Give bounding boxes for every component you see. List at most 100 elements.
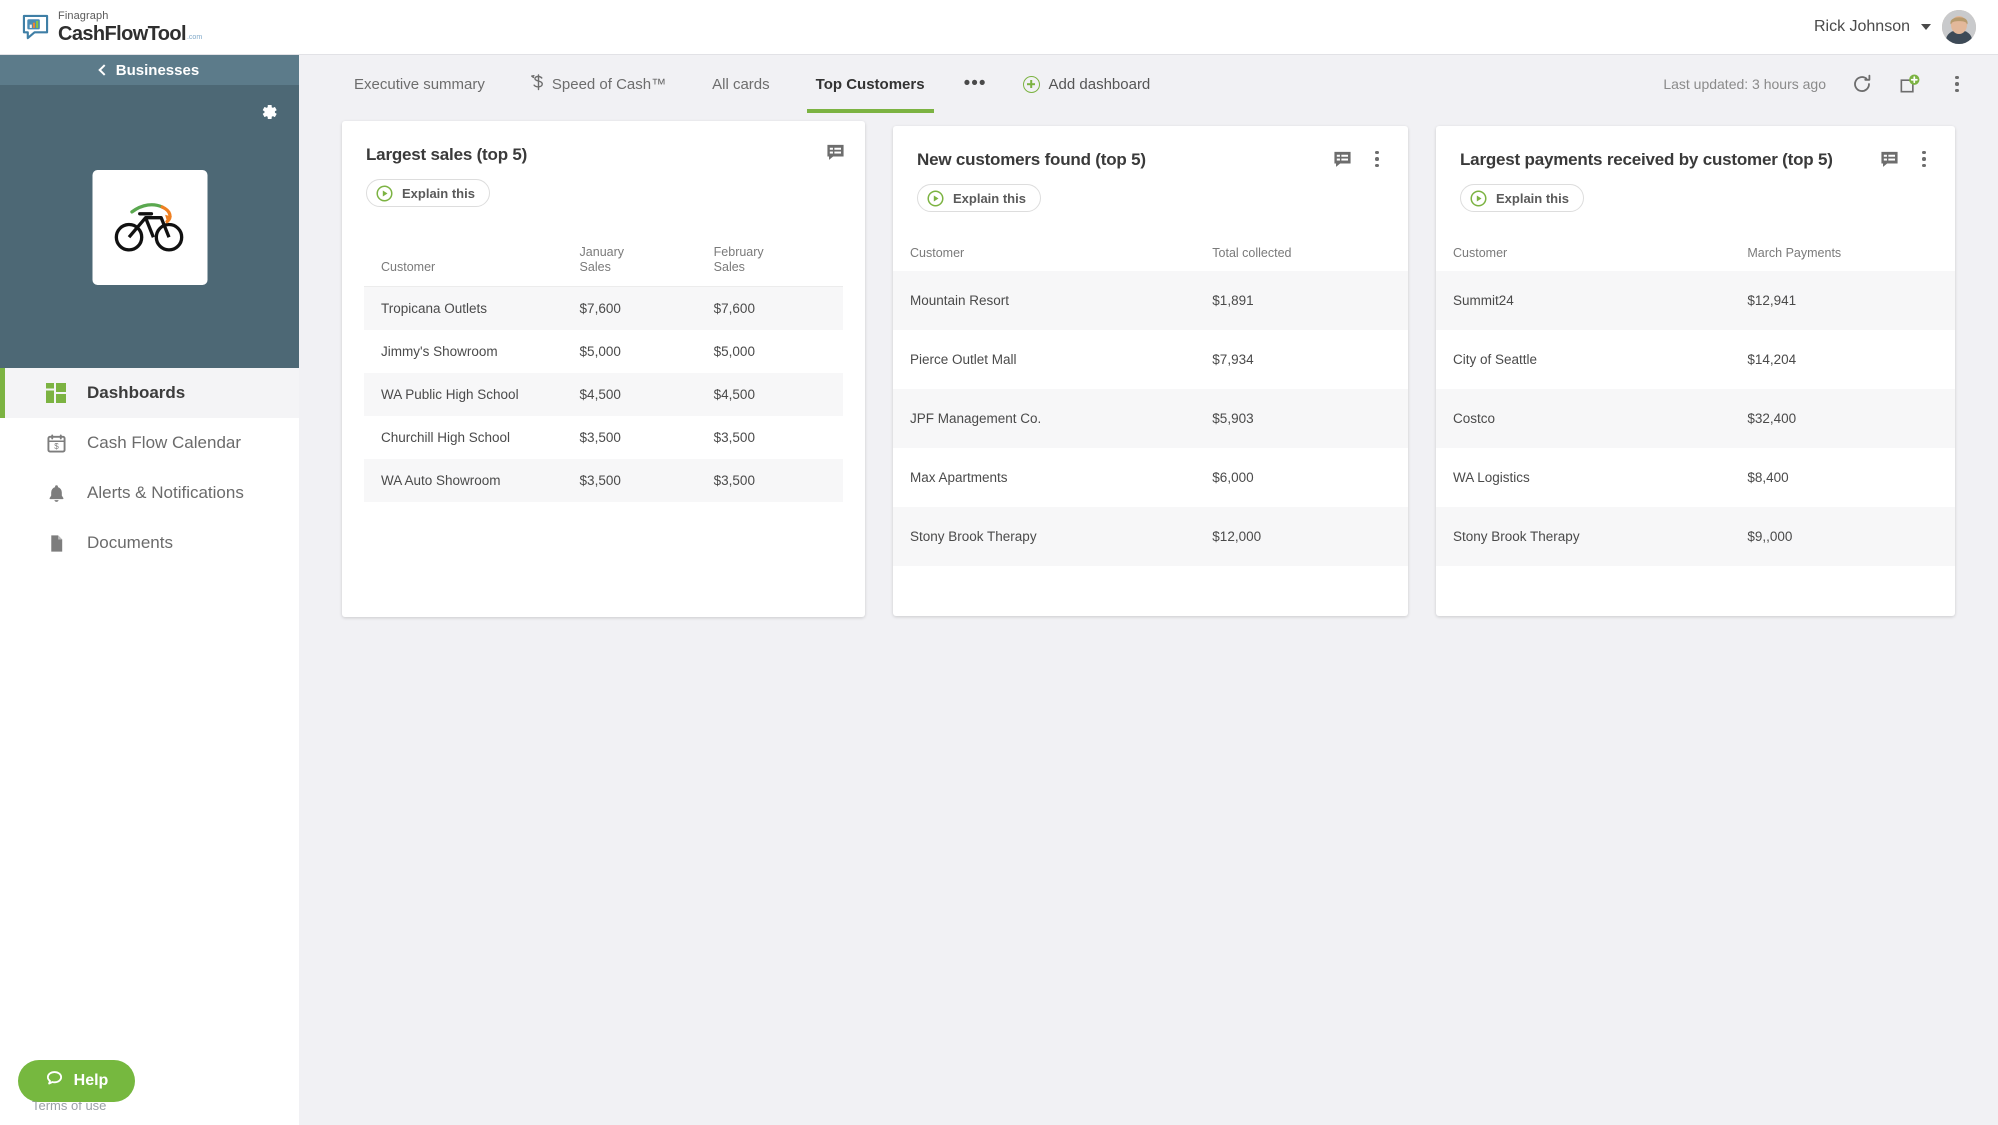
tab-executive-summary[interactable]: Executive summary — [331, 55, 508, 113]
dashboard-toolbar: Last updated: 3 hours ago — [1663, 73, 1968, 96]
calendar-dollar-icon: $ — [45, 432, 67, 454]
app-root: Finagraph CashFlowTool .com Rick Johnson — [0, 0, 1998, 1125]
comment-list-icon[interactable] — [1333, 150, 1352, 169]
table-row[interactable]: Stony Brook Therapy $12,000 — [893, 507, 1408, 567]
card-table-wrap: Customer Total collected Mountain Resort… — [893, 246, 1408, 567]
card-header: Largest payments received by customer (t… — [1436, 126, 1955, 212]
tab-more-button[interactable]: ••• — [948, 55, 1003, 113]
kebab-menu-icon[interactable] — [1913, 148, 1935, 170]
cell-march-payments: $12,941 — [1747, 293, 1797, 309]
sidebar-item-alerts-notifications[interactable]: Alerts & Notifications — [0, 468, 299, 518]
explain-this-button[interactable]: Explain this — [1460, 184, 1584, 212]
table-row[interactable]: Tropicana Outlets $7,600 $7,600 — [364, 286, 843, 330]
avatar[interactable] — [1942, 10, 1976, 44]
card-corner-actions — [1880, 148, 1935, 170]
document-icon — [45, 532, 67, 554]
business-logo — [92, 170, 207, 285]
business-panel: Rick's Bike Store Invite user — [0, 85, 299, 467]
cell-total-collected: $5,903 — [1212, 411, 1254, 427]
dashboard-tabs: Executive summary Speed of Cash™ All car… — [331, 55, 1170, 113]
help-label: Help — [73, 1072, 109, 1089]
sidebar-nav: Dashboards $ Cash Flow Calendar Alerts &… — [0, 368, 299, 568]
table-row[interactable]: Jimmy's Showroom $5,000 $5,000 — [364, 330, 843, 373]
cell-february: $3,500 — [713, 429, 755, 445]
table-row[interactable]: WA Logistics $8,400 — [1436, 448, 1955, 507]
card-header: New customers found (top 5) Explain this — [893, 126, 1408, 212]
chevron-left-icon — [98, 64, 110, 76]
cell-customer: Max Apartments — [910, 470, 1008, 486]
comment-list-icon[interactable] — [1880, 150, 1899, 169]
card-table-wrap: Customer January Sales February Sales Tr… — [342, 245, 865, 502]
app-logo[interactable]: Finagraph CashFlowTool .com — [0, 9, 202, 44]
new-customers-table: Customer Total collected Mountain Resort… — [893, 246, 1408, 567]
table-row[interactable]: JPF Management Co. $5,903 — [893, 389, 1408, 449]
add-dashboard-button[interactable]: Add dashboard — [1003, 75, 1171, 93]
cell-march-payments: $9,,000 — [1747, 529, 1793, 545]
add-card-icon[interactable] — [1898, 73, 1921, 96]
add-dashboard-label: Add dashboard — [1048, 75, 1151, 93]
tab-label: Executive summary — [354, 75, 485, 93]
logo-company-name: Finagraph — [58, 9, 109, 22]
sidebar-item-cash-flow-calendar[interactable]: $ Cash Flow Calendar — [0, 418, 299, 468]
refresh-icon[interactable] — [1851, 73, 1873, 95]
cell-january: $5,000 — [579, 343, 621, 359]
cell-february: $5,000 — [713, 343, 755, 359]
table-header-row: Customer January Sales February Sales — [364, 245, 843, 286]
kebab-menu-icon[interactable] — [1366, 148, 1388, 170]
cell-customer: Pierce Outlet Mall — [910, 352, 1017, 368]
table-row[interactable]: Stony Brook Therapy $9,,000 — [1436, 507, 1955, 567]
column-header-march-payments: March Payments — [1747, 246, 1842, 260]
cell-customer: Stony Brook Therapy — [1453, 529, 1580, 545]
chart-bubble-logo-icon — [22, 14, 49, 41]
table-row[interactable]: City of Seattle $14,204 — [1436, 330, 1955, 389]
table-row[interactable]: Mountain Resort $1,891 — [893, 271, 1408, 331]
cell-january: $3,500 — [579, 472, 621, 488]
table-row[interactable]: Max Apartments $6,000 — [893, 448, 1408, 507]
cell-march-payments: $14,204 — [1747, 352, 1797, 368]
table-row[interactable]: Pierce Outlet Mall $7,934 — [893, 330, 1408, 389]
sidebar-item-documents[interactable]: Documents — [0, 518, 299, 568]
card-largest-payments-received: Largest payments received by customer (t… — [1436, 126, 1955, 616]
table-row[interactable]: WA Auto Showroom $3,500 $3,500 — [364, 458, 843, 502]
help-button[interactable]: Help — [18, 1060, 135, 1102]
top-bar: Finagraph CashFlowTool .com Rick Johnson — [0, 0, 1998, 55]
cell-february: $4,500 — [713, 386, 755, 402]
gear-icon[interactable] — [259, 102, 279, 122]
explain-this-button[interactable]: Explain this — [917, 184, 1041, 212]
table-row[interactable]: Summit24 $12,941 — [1436, 271, 1955, 331]
sidebar-item-label: Dashboards — [87, 383, 186, 402]
explain-this-label: Explain this — [1496, 190, 1569, 206]
tab-speed-of-cash[interactable]: Speed of Cash™ — [508, 55, 689, 113]
bicycle-logo-icon — [111, 198, 189, 258]
comment-list-icon[interactable] — [826, 143, 845, 162]
card-corner-actions — [826, 143, 845, 162]
card-title: Largest payments received by customer (t… — [1460, 150, 1833, 169]
column-header-customer: Customer — [381, 260, 436, 275]
table-row[interactable]: Costco $32,400 — [1436, 389, 1955, 449]
explain-this-button[interactable]: Explain this — [366, 179, 490, 207]
kebab-menu-icon[interactable] — [1946, 73, 1968, 95]
cell-customer: Summit24 — [1453, 293, 1514, 309]
play-circle-icon — [927, 189, 944, 207]
tab-label: Top Customers — [815, 75, 925, 93]
user-menu[interactable]: Rick Johnson — [1814, 10, 1998, 44]
cell-january: $4,500 — [579, 386, 621, 402]
businesses-back-link[interactable]: Businesses — [0, 55, 299, 85]
tab-all-cards[interactable]: All cards — [689, 55, 793, 113]
explain-this-label: Explain this — [402, 185, 475, 201]
tab-top-customers[interactable]: Top Customers — [793, 55, 948, 113]
table-row[interactable]: WA Public High School $4,500 $4,500 — [364, 372, 843, 416]
sidebar-item-dashboards[interactable]: Dashboards — [0, 368, 299, 418]
app-logo-text: Finagraph CashFlowTool .com — [58, 9, 202, 44]
cell-customer: JPF Management Co. — [910, 411, 1042, 427]
card-title: New customers found (top 5) — [917, 150, 1146, 169]
tab-label: All cards — [712, 75, 770, 93]
bell-icon — [45, 482, 67, 504]
sidebar-item-label: Documents — [87, 533, 173, 552]
user-name: Rick Johnson — [1813, 18, 1910, 35]
grid-icon — [45, 382, 67, 404]
column-header-january-sales: January Sales — [579, 245, 625, 275]
table-row[interactable]: Churchill High School $3,500 $3,500 — [364, 416, 843, 459]
card-table-wrap: Customer March Payments Summit24 $12,941… — [1436, 246, 1955, 567]
dashboard-tabbar: Executive summary Speed of Cash™ All car… — [299, 55, 1998, 113]
